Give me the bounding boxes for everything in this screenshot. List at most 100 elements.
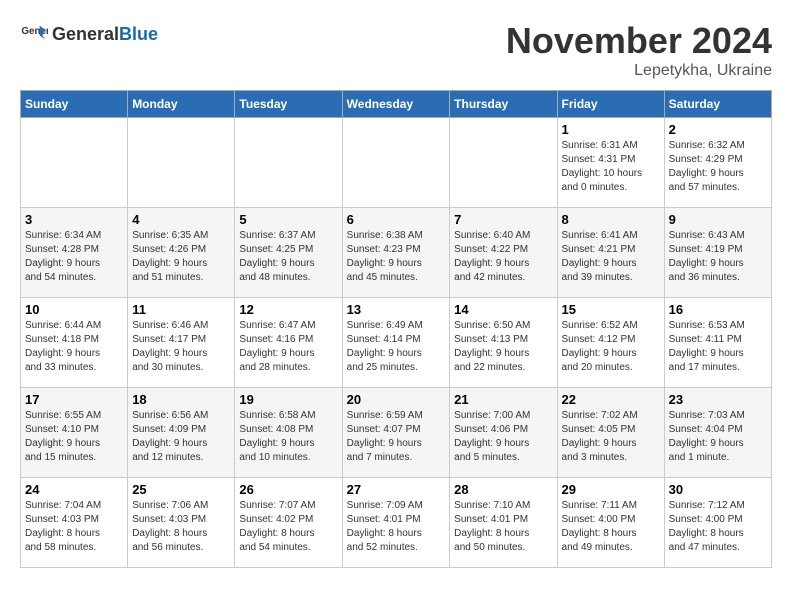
day-info: Sunrise: 6:40 AM Sunset: 4:22 PM Dayligh… <box>454 229 552 285</box>
day-info: Sunrise: 7:09 AM Sunset: 4:01 PM Dayligh… <box>347 499 446 555</box>
calendar-cell: 11Sunrise: 6:46 AM Sunset: 4:17 PM Dayli… <box>128 298 235 388</box>
day-number: 3 <box>25 212 123 227</box>
weekday-header-saturday: Saturday <box>664 91 771 118</box>
calendar-cell <box>128 118 235 208</box>
calendar-cell: 10 Sunrise: 6:44 AM Sunset: 4:18 PM Dayli… <box>21 298 128 388</box>
calendar-cell <box>342 118 450 208</box>
day-info: Sunrise: 6:55 AM Sunset: 4:10 PM Dayligh… <box>25 409 123 465</box>
calendar-cell: 3 Sunrise: 6:34 AM Sunset: 4:28 PM Daylig… <box>21 208 128 298</box>
weekday-header-friday: Friday <box>557 91 664 118</box>
day-number: 26 <box>239 482 337 497</box>
day-info: Sunrise: 6:53 AM Sunset: 4:11 PM Dayligh… <box>669 319 767 375</box>
calendar-cell: 27Sunrise: 7:09 AM Sunset: 4:01 PM Dayli… <box>342 478 450 568</box>
day-number: 15 <box>562 302 660 317</box>
day-number: 22 <box>562 392 660 407</box>
day-number: 2 <box>669 122 767 137</box>
logo-blue: Blue <box>119 24 158 45</box>
weekday-header-monday: Monday <box>128 91 235 118</box>
calendar-cell: 24 Sunrise: 7:04 AM Sunset: 4:03 PM Dayli… <box>21 478 128 568</box>
calendar-cell: 22Sunrise: 7:02 AM Sunset: 4:05 PM Dayli… <box>557 388 664 478</box>
calendar-cell: 21 Sunrise: 7:00 AM Sunset: 4:06 PM Dayli… <box>450 388 557 478</box>
day-info: Sunrise: 6:32 AM Sunset: 4:29 PM Dayligh… <box>669 139 767 195</box>
day-number: 19 <box>239 392 337 407</box>
day-number: 8 <box>562 212 660 227</box>
day-number: 17 <box>25 392 123 407</box>
week-row-1: 1 Sunrise: 6:31 AM Sunset: 4:31 PM Daylig… <box>21 118 772 208</box>
day-number: 23 <box>669 392 767 407</box>
calendar-cell: 26 Sunrise: 7:07 AM Sunset: 4:02 PM Dayli… <box>235 478 342 568</box>
day-info: Sunrise: 7:11 AM Sunset: 4:00 PM Dayligh… <box>562 499 660 555</box>
logo: General General Blue <box>20 20 158 48</box>
day-number: 21 <box>454 392 552 407</box>
day-number: 5 <box>239 212 337 227</box>
calendar-cell: 5 Sunrise: 6:37 AM Sunset: 4:25 PM Daylig… <box>235 208 342 298</box>
logo-icon: General <box>20 20 48 48</box>
day-info: Sunrise: 6:50 AM Sunset: 4:13 PM Dayligh… <box>454 319 552 375</box>
calendar-cell <box>235 118 342 208</box>
calendar-cell: 18 Sunrise: 6:56 AM Sunset: 4:09 PM Dayli… <box>128 388 235 478</box>
calendar-cell: 30 Sunrise: 7:12 AM Sunset: 4:00 PM Dayli… <box>664 478 771 568</box>
calendar-cell: 1 Sunrise: 6:31 AM Sunset: 4:31 PM Daylig… <box>557 118 664 208</box>
day-info: Sunrise: 6:43 AM Sunset: 4:19 PM Dayligh… <box>669 229 767 285</box>
day-number: 28 <box>454 482 552 497</box>
day-number: 16 <box>669 302 767 317</box>
day-info: Sunrise: 6:41 AM Sunset: 4:21 PM Dayligh… <box>562 229 660 285</box>
day-number: 30 <box>669 482 767 497</box>
day-number: 20 <box>347 392 446 407</box>
day-number: 10 <box>25 302 123 317</box>
day-info: Sunrise: 7:03 AM Sunset: 4:04 PM Dayligh… <box>669 409 767 465</box>
day-info: Sunrise: 6:58 AM Sunset: 4:08 PM Dayligh… <box>239 409 337 465</box>
calendar-cell: 9 Sunrise: 6:43 AM Sunset: 4:19 PM Daylig… <box>664 208 771 298</box>
calendar-cell: 12 Sunrise: 6:47 AM Sunset: 4:16 PM Dayli… <box>235 298 342 388</box>
weekday-header-wednesday: Wednesday <box>342 91 450 118</box>
day-info: Sunrise: 7:06 AM Sunset: 4:03 PM Dayligh… <box>132 499 230 555</box>
calendar-table: SundayMondayTuesdayWednesdayThursdayFrid… <box>20 90 772 568</box>
day-info: Sunrise: 6:47 AM Sunset: 4:16 PM Dayligh… <box>239 319 337 375</box>
day-info: Sunrise: 6:56 AM Sunset: 4:09 PM Dayligh… <box>132 409 230 465</box>
day-number: 29 <box>562 482 660 497</box>
calendar-cell: 20 Sunrise: 6:59 AM Sunset: 4:07 PM Dayli… <box>342 388 450 478</box>
week-row-4: 17 Sunrise: 6:55 AM Sunset: 4:10 PM Dayli… <box>21 388 772 478</box>
day-number: 9 <box>669 212 767 227</box>
day-number: 24 <box>25 482 123 497</box>
calendar-cell: 16 Sunrise: 6:53 AM Sunset: 4:11 PM Dayli… <box>664 298 771 388</box>
location-subtitle: Lepetykha, Ukraine <box>506 62 772 80</box>
calendar-cell: 19 Sunrise: 6:58 AM Sunset: 4:08 PM Dayli… <box>235 388 342 478</box>
calendar-cell: 14Sunrise: 6:50 AM Sunset: 4:13 PM Dayli… <box>450 298 557 388</box>
day-number: 11 <box>132 302 230 317</box>
day-info: Sunrise: 6:37 AM Sunset: 4:25 PM Dayligh… <box>239 229 337 285</box>
week-row-2: 3 Sunrise: 6:34 AM Sunset: 4:28 PM Daylig… <box>21 208 772 298</box>
day-info: Sunrise: 6:34 AM Sunset: 4:28 PM Dayligh… <box>25 229 123 285</box>
weekday-header-tuesday: Tuesday <box>235 91 342 118</box>
day-info: Sunrise: 7:04 AM Sunset: 4:03 PM Dayligh… <box>25 499 123 555</box>
day-info: Sunrise: 6:59 AM Sunset: 4:07 PM Dayligh… <box>347 409 446 465</box>
calendar-cell: 13Sunrise: 6:49 AM Sunset: 4:14 PM Dayli… <box>342 298 450 388</box>
calendar-cell: 25Sunrise: 7:06 AM Sunset: 4:03 PM Dayli… <box>128 478 235 568</box>
month-year-title: November 2024 <box>506 20 772 62</box>
day-info: Sunrise: 6:52 AM Sunset: 4:12 PM Dayligh… <box>562 319 660 375</box>
day-info: Sunrise: 6:31 AM Sunset: 4:31 PM Dayligh… <box>562 139 660 195</box>
day-info: Sunrise: 7:12 AM Sunset: 4:00 PM Dayligh… <box>669 499 767 555</box>
day-info: Sunrise: 6:44 AM Sunset: 4:18 PM Dayligh… <box>25 319 123 375</box>
weekday-header-row: SundayMondayTuesdayWednesdayThursdayFrid… <box>21 91 772 118</box>
calendar-cell: 28Sunrise: 7:10 AM Sunset: 4:01 PM Dayli… <box>450 478 557 568</box>
day-number: 12 <box>239 302 337 317</box>
page-header: General General Blue November 2024 Lepet… <box>20 20 772 80</box>
calendar-cell: 4Sunrise: 6:35 AM Sunset: 4:26 PM Daylig… <box>128 208 235 298</box>
day-number: 18 <box>132 392 230 407</box>
calendar-cell: 29 Sunrise: 7:11 AM Sunset: 4:00 PM Dayli… <box>557 478 664 568</box>
weekday-header-thursday: Thursday <box>450 91 557 118</box>
calendar-cell: 8 Sunrise: 6:41 AM Sunset: 4:21 PM Daylig… <box>557 208 664 298</box>
day-info: Sunrise: 7:00 AM Sunset: 4:06 PM Dayligh… <box>454 409 552 465</box>
calendar-cell: 23 Sunrise: 7:03 AM Sunset: 4:04 PM Dayli… <box>664 388 771 478</box>
calendar-cell: 15 Sunrise: 6:52 AM Sunset: 4:12 PM Dayli… <box>557 298 664 388</box>
day-info: Sunrise: 7:07 AM Sunset: 4:02 PM Dayligh… <box>239 499 337 555</box>
week-row-3: 10 Sunrise: 6:44 AM Sunset: 4:18 PM Dayli… <box>21 298 772 388</box>
day-number: 1 <box>562 122 660 137</box>
day-number: 6 <box>347 212 446 227</box>
logo-general: General <box>52 24 119 45</box>
calendar-cell: 17 Sunrise: 6:55 AM Sunset: 4:10 PM Dayli… <box>21 388 128 478</box>
weekday-header-sunday: Sunday <box>21 91 128 118</box>
day-info: Sunrise: 6:38 AM Sunset: 4:23 PM Dayligh… <box>347 229 446 285</box>
day-info: Sunrise: 6:35 AM Sunset: 4:26 PM Dayligh… <box>132 229 230 285</box>
